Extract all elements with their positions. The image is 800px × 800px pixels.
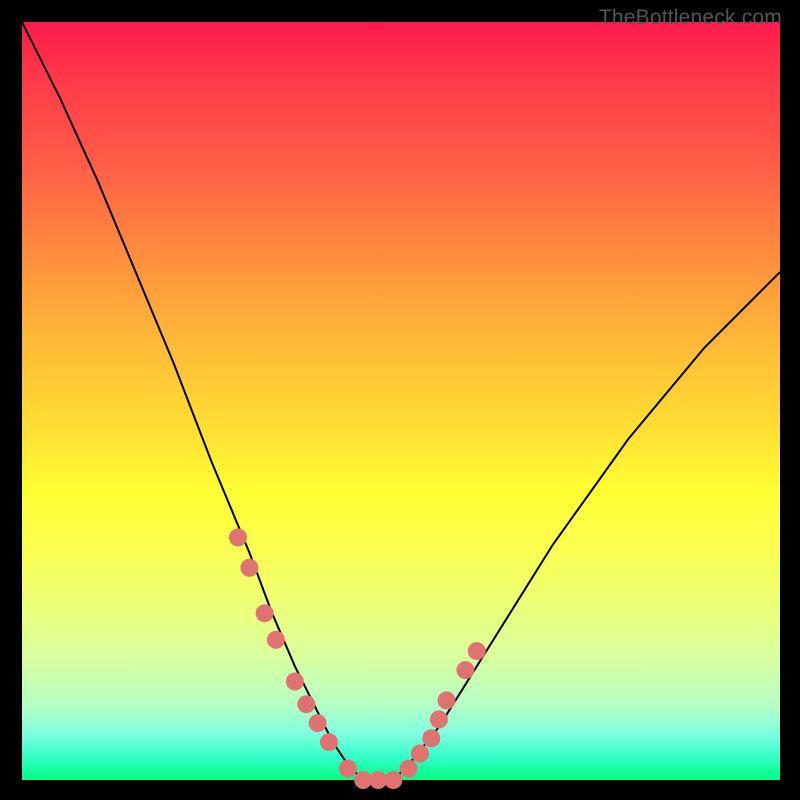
marker-point	[339, 760, 357, 778]
marker-point	[286, 673, 304, 691]
marker-point	[468, 642, 486, 660]
marker-point	[229, 528, 247, 546]
marker-point	[438, 691, 456, 709]
plot-area	[22, 22, 780, 780]
marker-point	[400, 760, 418, 778]
marker-group	[229, 528, 486, 789]
marker-point	[240, 559, 258, 577]
marker-point	[430, 710, 448, 728]
marker-point	[297, 695, 315, 713]
marker-point	[267, 631, 285, 649]
marker-point	[256, 604, 274, 622]
watermark-label: TheBottleneck.com	[599, 6, 782, 30]
marker-point	[384, 771, 402, 789]
marker-point	[320, 733, 338, 751]
bottleneck-curve	[22, 22, 780, 780]
chart-svg	[22, 22, 780, 780]
marker-point	[456, 661, 474, 679]
marker-point	[411, 745, 429, 763]
marker-point	[309, 714, 327, 732]
marker-point	[422, 729, 440, 747]
